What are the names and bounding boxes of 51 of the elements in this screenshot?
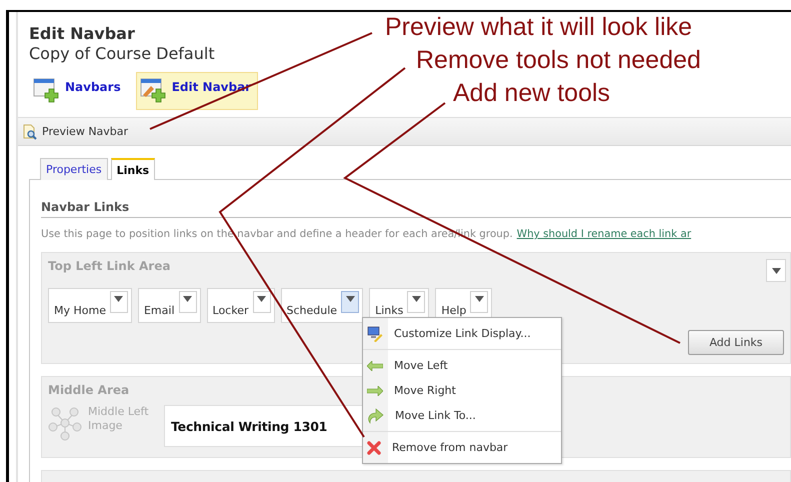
area-title: Top Left Link Area [48, 259, 170, 273]
window-plus-icon [33, 77, 59, 103]
link-menu-button[interactable] [341, 291, 360, 313]
caret-icon [346, 296, 355, 302]
link-menu-button[interactable] [178, 291, 197, 313]
link-item[interactable]: Locker [206, 288, 274, 323]
right-arrow-icon [367, 386, 383, 396]
caret-icon [474, 296, 484, 302]
link-menu-button[interactable] [252, 291, 270, 313]
link-item[interactable]: Email [138, 288, 201, 323]
link-menu-button[interactable] [470, 291, 488, 313]
tab[interactable]: Properties [40, 158, 108, 180]
image-placeholder-icon [48, 405, 82, 441]
menu-item[interactable]: Remove from navbar [363, 435, 561, 460]
link-label: Locker [212, 304, 248, 317]
add-links-button[interactable]: Add Links [688, 330, 784, 355]
page-title: Edit Navbar [29, 24, 135, 44]
menu-item[interactable]: Move Left [363, 353, 561, 378]
caret-icon [257, 296, 266, 302]
tab[interactable]: Links [110, 158, 156, 180]
close-icon [367, 440, 381, 454]
help-link[interactable]: Why should I rename each link ar [516, 228, 692, 240]
link-item[interactable]: My Home [48, 288, 132, 323]
link-label: Help [441, 304, 466, 317]
caret-icon [772, 268, 780, 274]
link-label: My Home [54, 304, 106, 317]
caret-icon [114, 296, 124, 302]
menu-item[interactable]: Move Link To... [363, 403, 561, 428]
caret-icon [412, 296, 421, 302]
link-menu-button[interactable] [407, 291, 426, 313]
heading-field[interactable]: Technical Writing 1301 [164, 405, 364, 447]
section-heading: Navbar Links [41, 200, 791, 218]
image-label: Middle Left Image [88, 405, 150, 433]
menu-item[interactable]: Customize Link Display... [363, 321, 561, 346]
link-label: Schedule [286, 304, 338, 317]
preview-button[interactable]: Preview Navbar [22, 124, 128, 140]
link-menu-button[interactable] [110, 291, 128, 313]
page-subtitle: Copy of Course Default [29, 44, 215, 63]
document-magnifier-icon [22, 124, 38, 140]
link-label: Links [375, 304, 404, 317]
left-arrow-icon [367, 360, 383, 370]
link-item[interactable]: Schedule [280, 288, 364, 323]
monitor-pencil-icon [367, 326, 383, 342]
area-title: Middle Area [48, 383, 130, 397]
caret-icon [183, 296, 192, 302]
area-menu-button[interactable] [766, 259, 786, 282]
menu-item[interactable]: Move Right [363, 378, 561, 403]
nav-button[interactable]: Navbars [29, 72, 128, 110]
window-pencil-plus-icon [140, 77, 166, 103]
curved-arrow-icon [367, 407, 384, 424]
link-label: Email [144, 304, 175, 317]
